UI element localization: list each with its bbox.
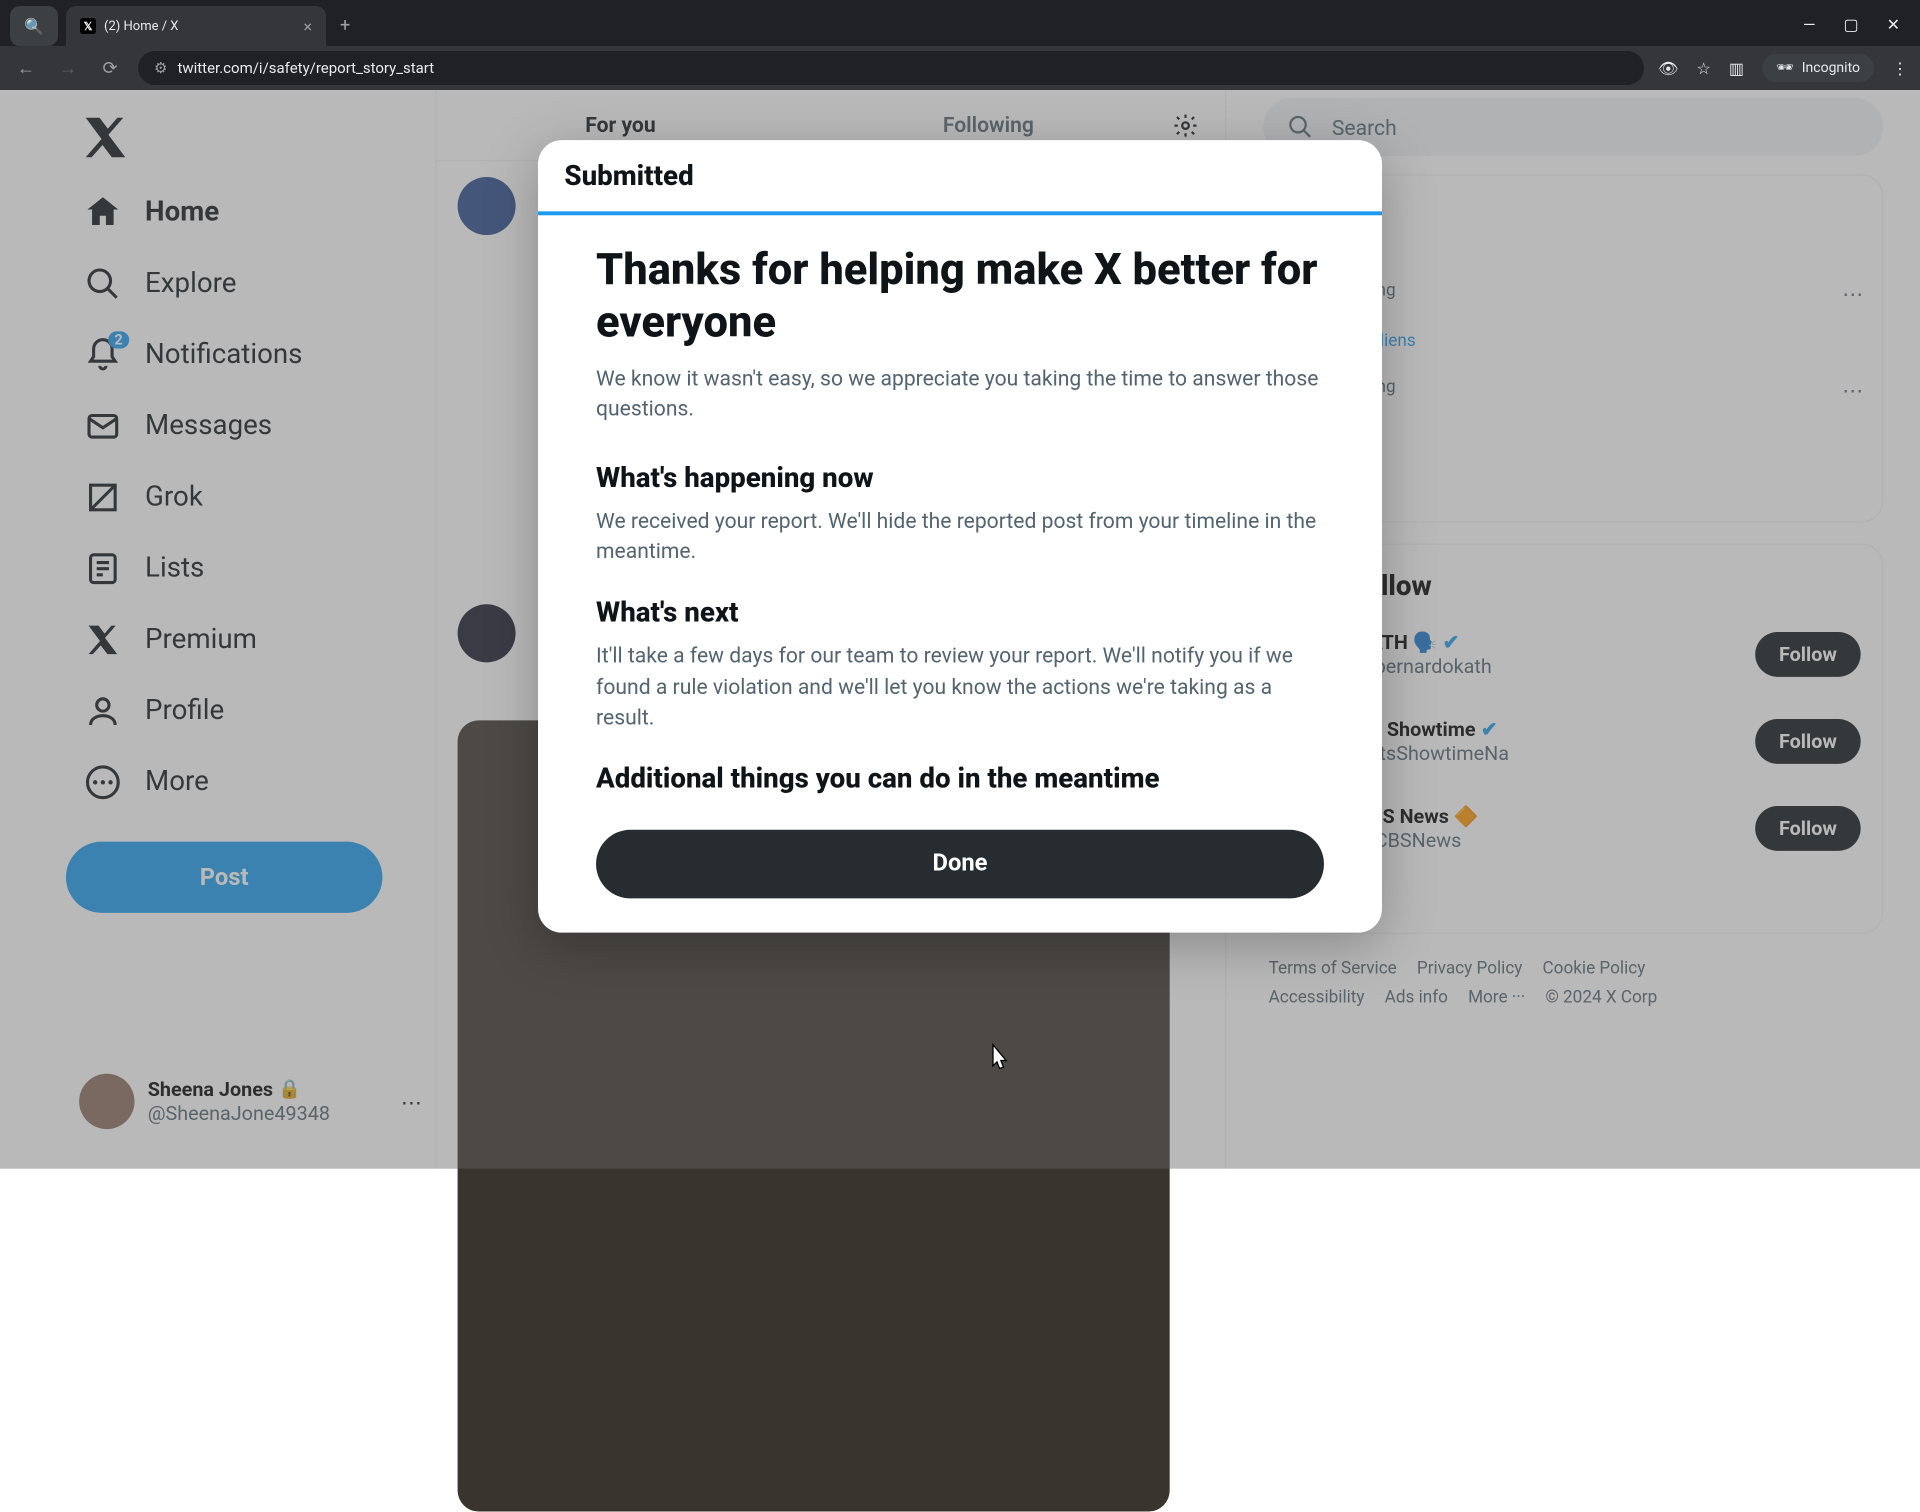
tab-title: (2) Home / X xyxy=(104,19,178,34)
tab-bar: 🔍 𝕏 (2) Home / X × + — ▢ ✕ xyxy=(0,0,1920,46)
section-next-text: It'll take a few days for our team to re… xyxy=(596,640,1324,732)
url-text: twitter.com/i/safety/report_story_start xyxy=(177,59,434,77)
panel-icon[interactable]: ▥ xyxy=(1729,59,1744,78)
minimize-icon[interactable]: — xyxy=(1803,15,1816,34)
incognito-badge[interactable]: 🕶 Incognito xyxy=(1762,54,1874,82)
modal-body[interactable]: Thanks for helping make X better for eve… xyxy=(538,215,1382,806)
incognito-icon: 🕶 xyxy=(1776,60,1794,76)
tab-search-icon[interactable]: 🔍 xyxy=(10,6,58,46)
incognito-label: Incognito xyxy=(1802,60,1860,76)
done-button[interactable]: Done xyxy=(596,830,1324,899)
eye-off-icon[interactable]: 👁 xyxy=(1658,59,1678,78)
modal-overlay[interactable]: Submitted Thanks for helping make X bett… xyxy=(0,90,1920,1169)
modal-footer: Done xyxy=(538,806,1382,933)
address-bar: ← → ⟳ ⚙ twitter.com/i/safety/report_stor… xyxy=(0,46,1920,90)
section-now-heading: What's happening now xyxy=(596,463,1324,495)
section-next-heading: What's next xyxy=(596,598,1324,630)
kebab-menu-icon[interactable]: ⋮ xyxy=(1892,59,1908,78)
url-input[interactable]: ⚙ twitter.com/i/safety/report_story_star… xyxy=(138,51,1644,85)
close-window-icon[interactable]: ✕ xyxy=(1887,15,1900,34)
browser-tab[interactable]: 𝕏 (2) Home / X × xyxy=(66,6,326,46)
back-icon[interactable]: ← xyxy=(12,58,40,79)
modal-title: Submitted xyxy=(538,140,1382,215)
site-settings-icon[interactable]: ⚙ xyxy=(154,59,167,77)
maximize-icon[interactable]: ▢ xyxy=(1843,15,1858,34)
reload-icon[interactable]: ⟳ xyxy=(96,58,124,79)
window-controls: — ▢ ✕ xyxy=(1783,3,1920,46)
browser-chrome: 🔍 𝕏 (2) Home / X × + — ▢ ✕ ← → ⟳ ⚙ twitt… xyxy=(0,0,1920,90)
bookmark-star-icon[interactable]: ☆ xyxy=(1696,59,1710,78)
x-favicon-icon: 𝕏 xyxy=(80,18,96,34)
modal-lead: We know it wasn't easy, so we appreciate… xyxy=(596,365,1324,424)
modal-heading: Thanks for helping make X better for eve… xyxy=(596,244,1324,348)
section-additional-heading: Additional things you can do in the mean… xyxy=(596,764,1324,796)
section-now-text: We received your report. We'll hide the … xyxy=(596,505,1324,566)
report-submitted-modal: Submitted Thanks for helping make X bett… xyxy=(538,140,1382,932)
new-tab-button[interactable]: + xyxy=(326,5,364,46)
close-tab-icon[interactable]: × xyxy=(303,17,312,36)
forward-icon: → xyxy=(54,58,82,79)
